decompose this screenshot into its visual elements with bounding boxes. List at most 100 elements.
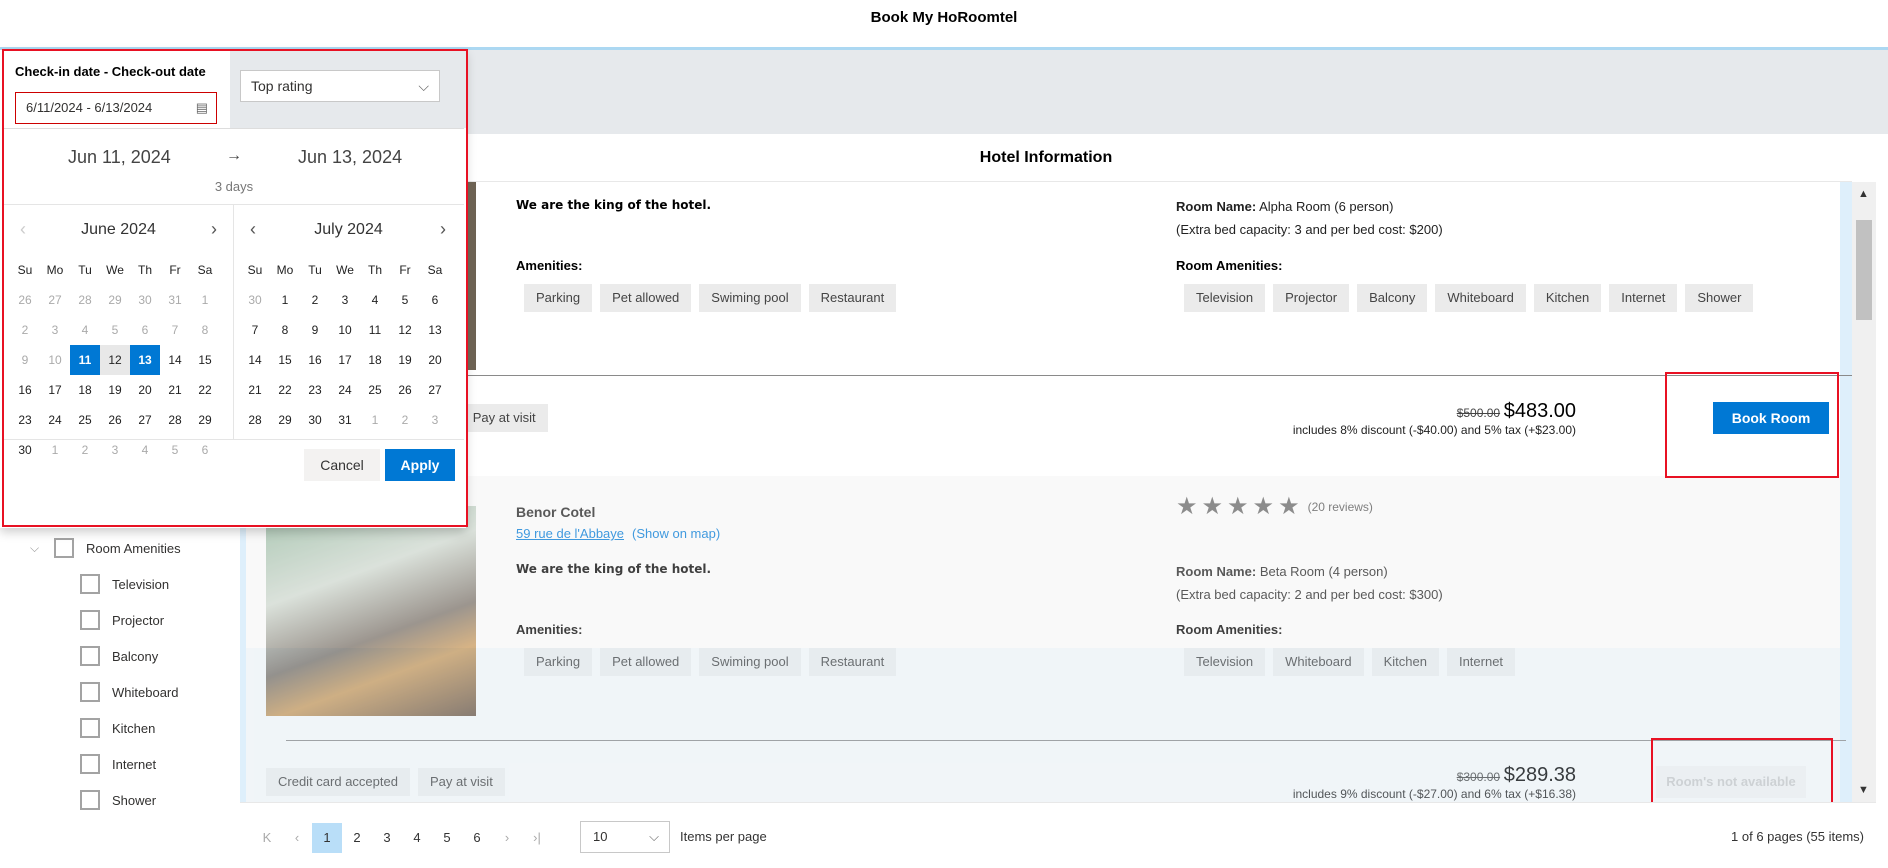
day-cell[interactable]: 27 [40, 285, 70, 315]
apply-button[interactable]: Apply [385, 449, 455, 481]
day-cell[interactable]: 26 [390, 375, 420, 405]
day-cell[interactable]: 1 [270, 285, 300, 315]
day-cell[interactable]: 13 [420, 315, 450, 345]
sort-dropdown[interactable]: Top rating ⌵ [240, 70, 440, 102]
day-cell[interactable]: 6 [130, 315, 160, 345]
day-cell[interactable]: 30 [130, 285, 160, 315]
day-cell[interactable]: 12 [100, 345, 130, 375]
day-cell[interactable]: 26 [100, 405, 130, 435]
day-cell[interactable]: 4 [360, 285, 390, 315]
day-cell[interactable]: 6 [420, 285, 450, 315]
day-cell[interactable]: 5 [390, 285, 420, 315]
day-cell[interactable]: 2 [390, 405, 420, 435]
day-cell[interactable]: 22 [190, 375, 220, 405]
checkbox[interactable] [80, 646, 100, 666]
day-cell[interactable]: 18 [360, 345, 390, 375]
day-cell[interactable]: 19 [100, 375, 130, 405]
filter-item[interactable]: Balcony [30, 638, 181, 674]
day-cell[interactable]: 17 [330, 345, 360, 375]
day-cell[interactable]: 31 [330, 405, 360, 435]
day-cell[interactable]: 16 [10, 375, 40, 405]
page-button[interactable]: 4 [402, 823, 432, 853]
day-cell[interactable]: 7 [160, 315, 190, 345]
checkbox[interactable] [80, 574, 100, 594]
day-cell[interactable]: 17 [40, 375, 70, 405]
day-cell[interactable]: 23 [300, 375, 330, 405]
day-cell[interactable]: 26 [10, 285, 40, 315]
room-amenities-group[interactable]: ⌵ Room Amenities [30, 530, 181, 566]
day-cell[interactable]: 20 [130, 375, 160, 405]
day-cell[interactable]: 28 [240, 405, 270, 435]
page-button[interactable]: 3 [372, 823, 402, 853]
filter-item[interactable]: Whiteboard [30, 674, 181, 710]
last-page-icon[interactable]: ›| [522, 823, 552, 853]
day-cell[interactable]: 4 [70, 315, 100, 345]
day-cell[interactable]: 27 [130, 405, 160, 435]
address-link[interactable]: 59 rue de l'Abbaye [516, 526, 624, 541]
filter-item[interactable]: Kitchen [30, 710, 181, 746]
day-cell[interactable]: 13 [130, 345, 160, 375]
day-cell[interactable]: 14 [240, 345, 270, 375]
day-cell[interactable]: 8 [270, 315, 300, 345]
day-cell[interactable]: 24 [40, 405, 70, 435]
checkbox[interactable] [80, 790, 100, 810]
day-cell[interactable]: 3 [40, 315, 70, 345]
day-cell[interactable]: 12 [390, 315, 420, 345]
day-cell[interactable]: 11 [70, 345, 100, 375]
day-cell[interactable]: 11 [360, 315, 390, 345]
filter-item[interactable]: Projector [30, 602, 181, 638]
chevron-down-icon[interactable]: ⌵ [30, 541, 54, 556]
next-page-icon[interactable]: › [492, 823, 522, 853]
day-cell[interactable]: 1 [190, 285, 220, 315]
day-cell[interactable]: 1 [360, 405, 390, 435]
hotel-name[interactable]: Benor Cotel [516, 504, 595, 520]
day-cell[interactable]: 25 [70, 405, 100, 435]
day-cell[interactable]: 25 [360, 375, 390, 405]
day-cell[interactable]: 28 [70, 285, 100, 315]
day-cell[interactable]: 24 [330, 375, 360, 405]
scroll-up-icon[interactable]: ▲ [1858, 188, 1869, 200]
day-cell[interactable]: 30 [240, 285, 270, 315]
prev-page-icon[interactable]: ‹ [282, 823, 312, 853]
first-page-icon[interactable]: K [252, 823, 282, 853]
page-button[interactable]: 6 [462, 823, 492, 853]
items-per-page-select[interactable]: 10 ⌵ [580, 821, 670, 853]
show-on-map-link[interactable]: (Show on map) [632, 526, 720, 541]
day-cell[interactable]: 5 [100, 315, 130, 345]
day-cell[interactable]: 10 [40, 345, 70, 375]
day-cell[interactable]: 21 [240, 375, 270, 405]
hotel-image[interactable] [266, 506, 476, 716]
scroll-thumb[interactable] [1856, 220, 1872, 320]
filter-item[interactable]: Shower [30, 782, 181, 818]
checkbox[interactable] [54, 538, 74, 558]
next-month-icon[interactable]: › [440, 219, 446, 240]
checkbox[interactable] [80, 682, 100, 702]
day-cell[interactable]: 29 [100, 285, 130, 315]
day-cell[interactable]: 30 [300, 405, 330, 435]
day-cell[interactable]: 20 [420, 345, 450, 375]
day-cell[interactable]: 3 [420, 405, 450, 435]
day-cell[interactable]: 7 [240, 315, 270, 345]
day-cell[interactable]: 22 [270, 375, 300, 405]
page-button[interactable]: 5 [432, 823, 462, 853]
day-cell[interactable]: 28 [160, 405, 190, 435]
checkbox[interactable] [80, 718, 100, 738]
day-cell[interactable]: 21 [160, 375, 190, 405]
scroll-down-icon[interactable]: ▼ [1858, 784, 1869, 796]
checkbox[interactable] [80, 610, 100, 630]
day-cell[interactable]: 14 [160, 345, 190, 375]
day-cell[interactable]: 29 [270, 405, 300, 435]
day-cell[interactable]: 16 [300, 345, 330, 375]
day-cell[interactable]: 9 [300, 315, 330, 345]
day-cell[interactable]: 3 [330, 285, 360, 315]
day-cell[interactable]: 29 [190, 405, 220, 435]
day-cell[interactable]: 10 [330, 315, 360, 345]
day-cell[interactable]: 2 [10, 315, 40, 345]
list-scrollbar[interactable]: ▲ ▼ [1852, 182, 1876, 802]
page-button[interactable]: 2 [342, 823, 372, 853]
day-cell[interactable]: 8 [190, 315, 220, 345]
next-month-icon[interactable]: › [211, 219, 217, 240]
filter-item[interactable]: Television [30, 566, 181, 602]
day-cell[interactable]: 31 [160, 285, 190, 315]
day-cell[interactable]: 19 [390, 345, 420, 375]
